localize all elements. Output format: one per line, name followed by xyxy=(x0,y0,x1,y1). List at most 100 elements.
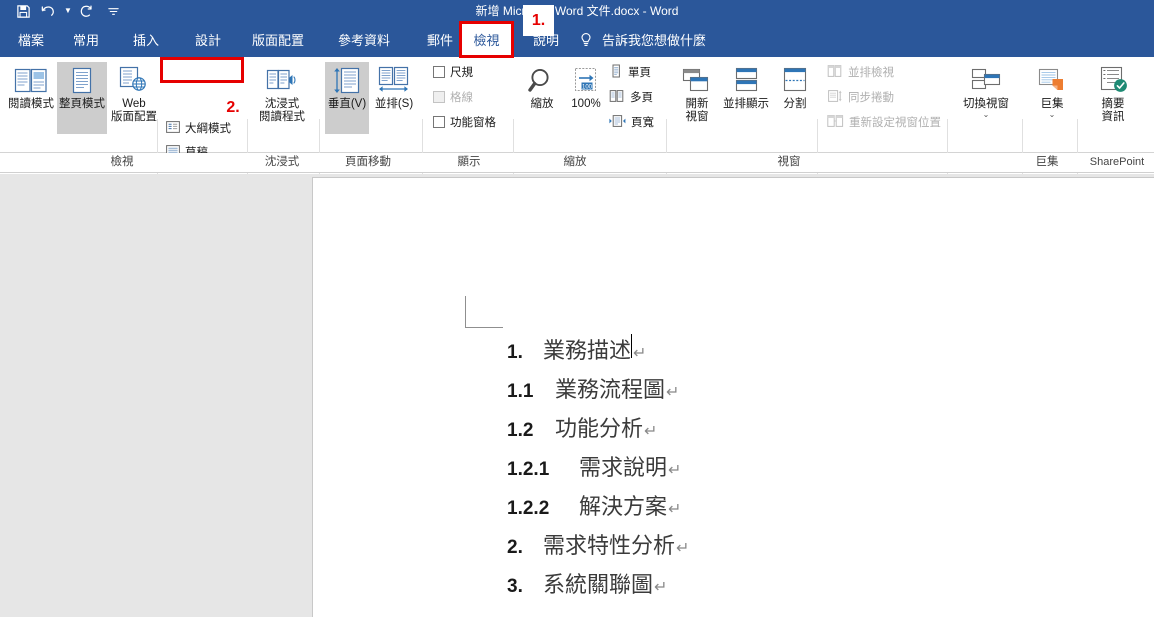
tab-insert[interactable]: 插入 xyxy=(123,22,169,57)
list-item[interactable]: 1.2.2 解決方案 ↵ xyxy=(313,489,1154,528)
list-item-text: 業務流程圖 xyxy=(555,378,666,403)
group-label-view: 檢視 xyxy=(110,156,134,168)
gridlines-checkbox[interactable]: 格線 xyxy=(433,87,473,107)
list-item-number: 1. xyxy=(507,342,523,363)
tab-file[interactable]: 檔案 xyxy=(8,22,54,57)
web-layout-icon xyxy=(117,62,151,96)
immersive-reader-label-line2: 閱讀程式 xyxy=(259,111,305,123)
list-item-text: 解決方案 xyxy=(579,495,668,520)
properties-button[interactable]: 摘要 資訊 xyxy=(1088,62,1138,142)
synchronous-scrolling-icon xyxy=(827,89,843,106)
paragraph-mark: ↵ xyxy=(654,579,668,596)
vertical-scroll-button[interactable]: 垂直(V) xyxy=(325,62,369,134)
list-item-number: 1.2.1 xyxy=(507,459,550,480)
arrange-all-button[interactable]: 並排顯示 xyxy=(720,62,772,134)
side-to-side-button[interactable]: 並排(S) xyxy=(370,62,418,134)
outline-view-button[interactable]: 大綱模式 xyxy=(166,118,231,138)
view-side-by-side-button[interactable]: 並排檢視 xyxy=(827,62,894,82)
undo-icon[interactable] xyxy=(36,1,62,21)
group-label-show: 顯示 xyxy=(457,156,481,168)
tab-layout[interactable]: 版面配置 xyxy=(242,22,314,57)
switch-windows-button[interactable]: 切換視窗 ⌄ xyxy=(955,62,1017,146)
redo-icon[interactable] xyxy=(74,1,100,21)
list-item-number: 1.2 xyxy=(507,420,534,441)
zoom-100-label: 100% xyxy=(571,98,601,110)
print-layout-icon xyxy=(69,62,95,96)
new-window-icon xyxy=(681,62,713,96)
group-label-window: 視窗 xyxy=(777,156,801,168)
magnifier-icon xyxy=(527,62,557,96)
page-width-label: 頁寬 xyxy=(631,117,654,129)
tell-me-box[interactable]: 告訴我您想做什麼 xyxy=(578,22,706,57)
one-page-icon xyxy=(609,64,623,81)
document-page[interactable]: 1. 業務描述 ↵ 1.1 業務流程圖 ↵ 1.2 功能分析 ↵ 1.2.1 需求說明… xyxy=(312,177,1154,617)
tab-view[interactable]: 檢視 xyxy=(460,22,513,57)
list-item[interactable]: 1.2.1 需求說明 ↵ xyxy=(313,450,1154,489)
tab-mailings[interactable]: 郵件 xyxy=(417,22,463,57)
zoom-100-button[interactable]: 100 100% xyxy=(562,62,610,134)
customize-qat-icon[interactable] xyxy=(100,1,126,21)
list-item[interactable]: 2. 需求特性分析 ↵ xyxy=(313,528,1154,567)
read-mode-icon xyxy=(14,62,48,96)
arrange-all-label: 並排顯示 xyxy=(723,98,769,110)
vertical-scroll-icon xyxy=(332,62,362,96)
ribbon: 閱讀模式 整頁模式 Web 版面配置 大綱模式 草稿 沈浸式 閱讀程式 xyxy=(0,57,1154,197)
list-item-number: 3. xyxy=(507,576,523,597)
chevron-down-icon[interactable]: ⌄ xyxy=(983,111,990,119)
multiple-pages-label: 多頁 xyxy=(630,92,653,104)
reset-window-position-icon xyxy=(827,114,844,131)
web-layout-button[interactable]: Web 版面配置 xyxy=(109,62,159,142)
gridlines-label: 格線 xyxy=(450,92,473,104)
zoom-label: 縮放 xyxy=(530,98,554,110)
split-button[interactable]: 分割 xyxy=(774,62,816,134)
reset-window-position-button[interactable]: 重新設定視窗位置 xyxy=(827,112,941,132)
synchronous-scrolling-label: 同步捲動 xyxy=(848,92,894,104)
list-item[interactable]: 1.2 功能分析 ↵ xyxy=(313,411,1154,450)
immersive-reader-label-line1: 沈浸式 xyxy=(264,98,300,110)
tell-me-label: 告訴我您想做什麼 xyxy=(602,33,707,48)
list-item-text: 系統關聯圖 xyxy=(543,573,654,598)
print-layout-label: 整頁模式 xyxy=(59,98,105,110)
multiple-pages-icon xyxy=(609,89,625,106)
synchronous-scrolling-button[interactable]: 同步捲動 xyxy=(827,87,894,107)
list-item-text: 功能分析 xyxy=(555,417,644,442)
list-item[interactable]: 1.1 業務流程圖 ↵ xyxy=(313,372,1154,411)
web-layout-label-line1: Web xyxy=(122,98,146,110)
tab-home[interactable]: 常用 xyxy=(63,22,109,57)
navigation-pane-label: 功能窗格 xyxy=(450,117,496,129)
read-mode-button[interactable]: 閱讀模式 xyxy=(4,62,58,134)
multiple-pages-button[interactable]: 多頁 xyxy=(609,87,653,107)
vertical-scroll-label: 垂直(V) xyxy=(327,98,367,110)
chevron-down-icon[interactable]: ⌄ xyxy=(1049,111,1056,119)
list-item[interactable]: 3. 系統關聯圖 ↵ xyxy=(313,567,1154,606)
macros-icon xyxy=(1036,62,1068,96)
list-item-number: 1.1 xyxy=(507,381,534,402)
save-icon[interactable] xyxy=(10,1,36,21)
split-label: 分割 xyxy=(783,98,807,110)
immersive-reader-button[interactable]: 沈浸式 閱讀程式 xyxy=(253,62,311,142)
group-label-macros: 巨集 xyxy=(1035,156,1059,168)
ribbon-group-labels: 檢視 沈浸式 頁面移動 顯示 縮放 視窗 巨集 SharePoint xyxy=(0,153,1154,173)
checkbox-icon xyxy=(433,91,445,103)
navigation-pane-checkbox[interactable]: 功能窗格 xyxy=(433,112,496,132)
new-window-button[interactable]: 開新 視窗 xyxy=(673,62,721,142)
tab-design[interactable]: 設計 xyxy=(185,22,231,57)
document-workspace: 1. 業務描述 ↵ 1.1 業務流程圖 ↵ 1.2 功能分析 ↵ 1.2.1 需求說明… xyxy=(0,174,1154,617)
one-page-button[interactable]: 單頁 xyxy=(609,62,651,82)
zoom-button[interactable]: 縮放 xyxy=(520,62,564,134)
undo-dropdown-icon[interactable]: ▼ xyxy=(62,1,74,21)
page-width-button[interactable]: 頁寬 xyxy=(609,112,654,132)
list-item-number: 1.2.2 xyxy=(507,498,550,519)
tab-references[interactable]: 參考資料 xyxy=(328,22,400,57)
title-bar: ▼ 新增 Microsoft Word 文件.docx - Word xyxy=(0,0,1154,22)
ruler-checkbox[interactable]: 尺規 xyxy=(433,62,473,82)
new-window-label-line2: 視窗 xyxy=(685,111,709,123)
svg-text:100: 100 xyxy=(582,84,593,90)
macros-button[interactable]: 巨集 ⌄ xyxy=(1030,62,1074,146)
view-side-by-side-icon xyxy=(827,64,843,81)
reset-window-position-label: 重新設定視窗位置 xyxy=(849,117,941,129)
outline-view-label: 大綱模式 xyxy=(185,123,231,135)
list-item[interactable]: 1. 業務描述 ↵ xyxy=(313,333,1154,372)
print-layout-button[interactable]: 整頁模式 xyxy=(57,62,107,134)
properties-label-line2: 資訊 xyxy=(1101,111,1125,123)
